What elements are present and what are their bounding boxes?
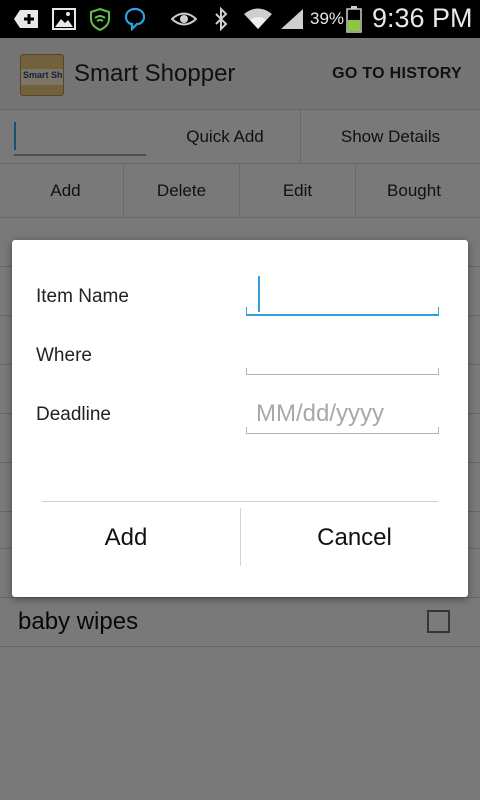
dialog-add-button[interactable]: Add	[12, 502, 240, 574]
add-box-icon	[12, 0, 42, 38]
wifi-signal-icon	[242, 0, 274, 38]
battery-percent: 39%	[310, 9, 345, 28]
cell-signal-icon	[278, 0, 306, 38]
image-icon	[50, 0, 78, 38]
chat-bubble-icon	[122, 0, 148, 38]
eye-icon	[170, 0, 198, 38]
add-item-dialog: Item Name Where Deadline Add Cancel	[12, 240, 468, 597]
deadline-label: Deadline	[36, 404, 111, 425]
battery-icon	[344, 0, 364, 38]
deadline-input[interactable]	[256, 400, 431, 428]
where-label: Where	[36, 345, 92, 366]
item-name-label: Item Name	[36, 286, 129, 307]
where-field[interactable]	[246, 335, 439, 375]
status-bar: 39% 9:36 PM	[0, 0, 480, 38]
dialog-cancel-button[interactable]: Cancel	[241, 502, 468, 574]
clock: 9:36 PM	[372, 3, 473, 33]
item-name-field[interactable]	[246, 276, 439, 316]
deadline-field[interactable]	[246, 394, 439, 434]
bluetooth-icon	[210, 0, 232, 38]
wifi-shield-icon	[88, 0, 112, 38]
